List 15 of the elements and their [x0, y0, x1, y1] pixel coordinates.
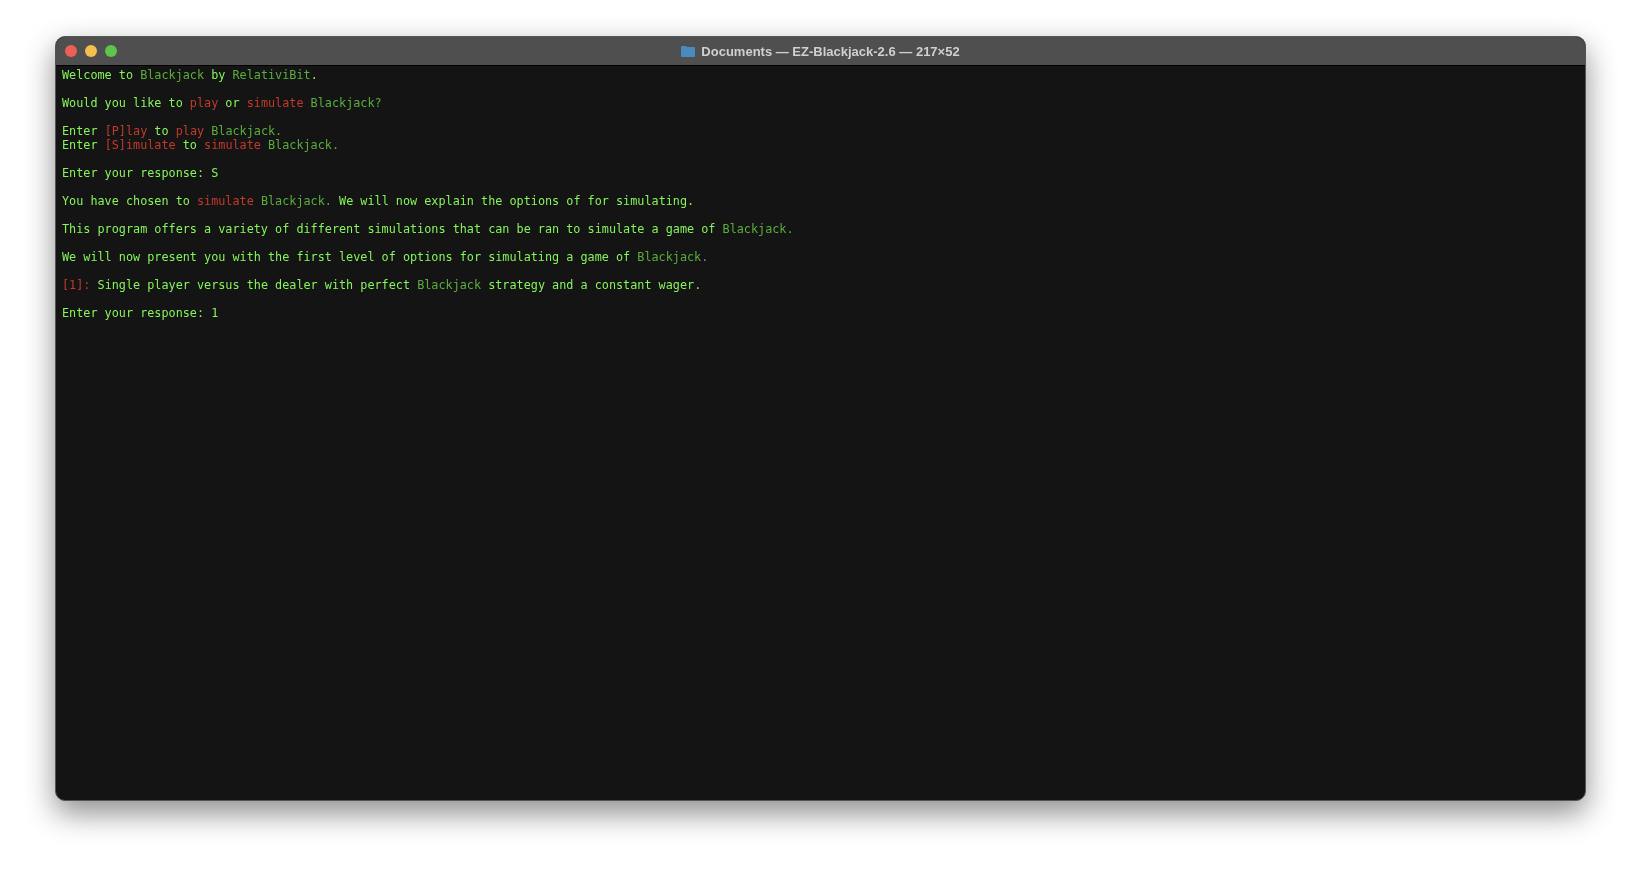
terminal-text: [1]: Single player versus the dealer with perfect Blackjack strategy and a constant wager.	[62, 278, 702, 292]
zoom-button[interactable]	[105, 45, 117, 57]
terminal-text: You have chosen to simulate Blackjack. We will now explain the options of for simulating.	[62, 194, 695, 208]
terminal-text: Enter your response: 1	[62, 306, 219, 320]
window-title: Documents — EZ-Blackjack-2.6 — 217×52	[701, 43, 960, 59]
folder-icon	[681, 45, 696, 57]
terminal-text: Enter [P]lay to play Blackjack.	[62, 124, 283, 138]
minimize-button[interactable]	[85, 45, 97, 57]
terminal-text: Would you like to play or simulate Blackjack?	[62, 96, 382, 110]
terminal-text: We will now present you with the first level of options for simulating a game of Blackjack.	[62, 250, 709, 264]
terminal-text: Enter [S]imulate to simulate Blackjack.	[62, 138, 340, 152]
terminal-text: This program offers a variety of different simulations that can be ran to simulate a game of Blackjack.	[62, 222, 794, 236]
close-button[interactable]	[65, 45, 77, 57]
terminal-text: Welcome to Blackjack by RelativiBit.	[62, 68, 318, 82]
terminal-text: Enter your response: S	[62, 166, 219, 180]
